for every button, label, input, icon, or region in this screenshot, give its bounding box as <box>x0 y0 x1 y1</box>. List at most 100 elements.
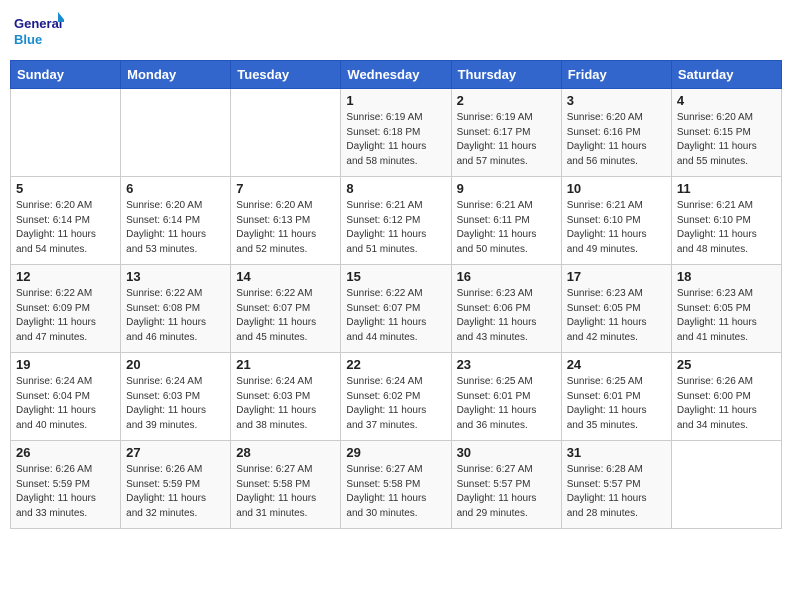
calendar-cell: 12 Sunrise: 6:22 AM Sunset: 6:09 PM Dayli… <box>11 265 121 353</box>
day-number: 26 <box>16 445 115 460</box>
header-sunday: Sunday <box>11 61 121 89</box>
calendar-cell: 23 Sunrise: 6:25 AM Sunset: 6:01 PM Dayli… <box>451 353 561 441</box>
day-info: Sunrise: 6:24 AM Sunset: 6:02 PM Dayligh… <box>346 375 445 433</box>
day-number: 1 <box>346 93 445 108</box>
calendar-week-5: 26 Sunrise: 6:26 AM Sunset: 5:59 PM Dayli… <box>11 441 782 529</box>
day-number: 4 <box>677 93 776 108</box>
calendar-cell: 14 Sunrise: 6:22 AM Sunset: 6:07 PM Dayli… <box>231 265 341 353</box>
day-number: 6 <box>126 181 225 196</box>
day-number: 3 <box>567 93 666 108</box>
day-info: Sunrise: 6:24 AM Sunset: 6:04 PM Dayligh… <box>16 375 115 433</box>
calendar-cell: 4 Sunrise: 6:20 AM Sunset: 6:15 PM Daylig… <box>671 89 781 177</box>
day-info: Sunrise: 6:27 AM Sunset: 5:58 PM Dayligh… <box>236 463 335 521</box>
calendar-week-1: 1Sunrise: 6:19 AM Sunset: 6:18 PM Daylig… <box>11 89 782 177</box>
calendar-table: SundayMondayTuesdayWednesdayThursdayFrid… <box>10 60 782 529</box>
day-number: 21 <box>236 357 335 372</box>
calendar-cell: 24 Sunrise: 6:25 AM Sunset: 6:01 PM Dayli… <box>561 353 671 441</box>
day-number: 24 <box>567 357 666 372</box>
day-number: 22 <box>346 357 445 372</box>
day-number: 27 <box>126 445 225 460</box>
day-number: 23 <box>457 357 556 372</box>
day-number: 12 <box>16 269 115 284</box>
day-number: 20 <box>126 357 225 372</box>
day-number: 15 <box>346 269 445 284</box>
day-info: Sunrise: 6:28 AM Sunset: 5:57 PM Dayligh… <box>567 463 666 521</box>
calendar-cell: 31Sunrise: 6:28 AM Sunset: 5:57 PM Dayli… <box>561 441 671 529</box>
day-info: Sunrise: 6:22 AM Sunset: 6:07 PM Dayligh… <box>236 287 335 345</box>
calendar-cell: 8 Sunrise: 6:21 AM Sunset: 6:12 PM Daylig… <box>341 177 451 265</box>
day-info: Sunrise: 6:23 AM Sunset: 6:06 PM Dayligh… <box>457 287 556 345</box>
day-info: Sunrise: 6:27 AM Sunset: 5:58 PM Dayligh… <box>346 463 445 521</box>
day-info: Sunrise: 6:20 AM Sunset: 6:16 PM Dayligh… <box>567 111 666 169</box>
calendar-cell: 15 Sunrise: 6:22 AM Sunset: 6:07 PM Dayli… <box>341 265 451 353</box>
day-number: 16 <box>457 269 556 284</box>
calendar-cell: 5Sunrise: 6:20 AM Sunset: 6:14 PM Daylig… <box>11 177 121 265</box>
day-number: 11 <box>677 181 776 196</box>
day-info: Sunrise: 6:26 AM Sunset: 5:59 PM Dayligh… <box>126 463 225 521</box>
day-number: 17 <box>567 269 666 284</box>
day-number: 5 <box>16 181 115 196</box>
svg-text:General: General <box>14 16 62 31</box>
calendar-cell: 26 Sunrise: 6:26 AM Sunset: 5:59 PM Dayli… <box>11 441 121 529</box>
day-info: Sunrise: 6:21 AM Sunset: 6:12 PM Dayligh… <box>346 199 445 257</box>
day-info: Sunrise: 6:21 AM Sunset: 6:11 PM Dayligh… <box>457 199 556 257</box>
day-number: 2 <box>457 93 556 108</box>
calendar-cell: 1Sunrise: 6:19 AM Sunset: 6:18 PM Daylig… <box>341 89 451 177</box>
calendar-cell: 7Sunrise: 6:20 AM Sunset: 6:13 PM Daylig… <box>231 177 341 265</box>
calendar-cell: 13 Sunrise: 6:22 AM Sunset: 6:08 PM Dayli… <box>121 265 231 353</box>
calendar-cell: 21 Sunrise: 6:24 AM Sunset: 6:03 PM Dayli… <box>231 353 341 441</box>
calendar-week-2: 5 Sunrise: 6:20 AM Sunset: 6:14 PM Daylig… <box>11 177 782 265</box>
day-info: Sunrise: 6:21 AM Sunset: 6:10 PM Dayligh… <box>677 199 776 257</box>
header-row: SundayMondayTuesdayWednesdayThursdayFrid… <box>11 61 782 89</box>
day-info: Sunrise: 6:25 AM Sunset: 6:01 PM Dayligh… <box>567 375 666 433</box>
day-info: Sunrise: 6:22 AM Sunset: 6:07 PM Dayligh… <box>346 287 445 345</box>
day-number: 28 <box>236 445 335 460</box>
calendar-cell: 20 Sunrise: 6:24 AM Sunset: 6:03 PM Dayli… <box>121 353 231 441</box>
day-info: Sunrise: 6:23 AM Sunset: 6:05 PM Dayligh… <box>567 287 666 345</box>
day-number: 25 <box>677 357 776 372</box>
day-number: 14 <box>236 269 335 284</box>
day-number: 30 <box>457 445 556 460</box>
calendar-cell: 22 Sunrise: 6:24 AM Sunset: 6:02 PM Dayli… <box>341 353 451 441</box>
day-number: 18 <box>677 269 776 284</box>
calendar-cell: 9 Sunrise: 6:21 AM Sunset: 6:11 PM Daylig… <box>451 177 561 265</box>
day-info: Sunrise: 6:20 AM Sunset: 6:15 PM Dayligh… <box>677 111 776 169</box>
calendar-cell: 3 Sunrise: 6:20 AM Sunset: 6:16 PM Daylig… <box>561 89 671 177</box>
calendar-cell: 10Sunrise: 6:21 AM Sunset: 6:10 PM Dayli… <box>561 177 671 265</box>
svg-text:Blue: Blue <box>14 32 42 47</box>
day-info: Sunrise: 6:24 AM Sunset: 6:03 PM Dayligh… <box>236 375 335 433</box>
day-info: Sunrise: 6:25 AM Sunset: 6:01 PM Dayligh… <box>457 375 556 433</box>
day-info: Sunrise: 6:26 AM Sunset: 6:00 PM Dayligh… <box>677 375 776 433</box>
day-number: 8 <box>346 181 445 196</box>
calendar-cell: 2 Sunrise: 6:19 AM Sunset: 6:17 PM Daylig… <box>451 89 561 177</box>
calendar-header: SundayMondayTuesdayWednesdayThursdayFrid… <box>11 61 782 89</box>
day-info: Sunrise: 6:22 AM Sunset: 6:09 PM Dayligh… <box>16 287 115 345</box>
calendar-cell: 29 Sunrise: 6:27 AM Sunset: 5:58 PM Dayli… <box>341 441 451 529</box>
calendar-cell: 6 Sunrise: 6:20 AM Sunset: 6:14 PM Daylig… <box>121 177 231 265</box>
calendar-cell: 30 Sunrise: 6:27 AM Sunset: 5:57 PM Dayli… <box>451 441 561 529</box>
day-info: Sunrise: 6:22 AM Sunset: 6:08 PM Dayligh… <box>126 287 225 345</box>
day-number: 13 <box>126 269 225 284</box>
calendar-cell <box>11 89 121 177</box>
calendar-cell <box>671 441 781 529</box>
day-number: 9 <box>457 181 556 196</box>
logo: General Blue <box>14 10 64 52</box>
page-header: General Blue <box>10 10 782 52</box>
header-tuesday: Tuesday <box>231 61 341 89</box>
calendar-cell <box>121 89 231 177</box>
day-number: 19 <box>16 357 115 372</box>
day-info: Sunrise: 6:24 AM Sunset: 6:03 PM Dayligh… <box>126 375 225 433</box>
header-wednesday: Wednesday <box>341 61 451 89</box>
calendar-cell: 27 Sunrise: 6:26 AM Sunset: 5:59 PM Dayli… <box>121 441 231 529</box>
day-info: Sunrise: 6:26 AM Sunset: 5:59 PM Dayligh… <box>16 463 115 521</box>
day-info: Sunrise: 6:20 AM Sunset: 6:14 PM Dayligh… <box>126 199 225 257</box>
header-friday: Friday <box>561 61 671 89</box>
calendar-cell: 11 Sunrise: 6:21 AM Sunset: 6:10 PM Dayli… <box>671 177 781 265</box>
logo-svg: General Blue <box>14 10 64 52</box>
day-info: Sunrise: 6:19 AM Sunset: 6:17 PM Dayligh… <box>457 111 556 169</box>
day-info: Sunrise: 6:27 AM Sunset: 5:57 PM Dayligh… <box>457 463 556 521</box>
calendar-cell: 25 Sunrise: 6:26 AM Sunset: 6:00 PM Dayli… <box>671 353 781 441</box>
header-thursday: Thursday <box>451 61 561 89</box>
day-number: 29 <box>346 445 445 460</box>
calendar-cell: 16 Sunrise: 6:23 AM Sunset: 6:06 PM Dayli… <box>451 265 561 353</box>
